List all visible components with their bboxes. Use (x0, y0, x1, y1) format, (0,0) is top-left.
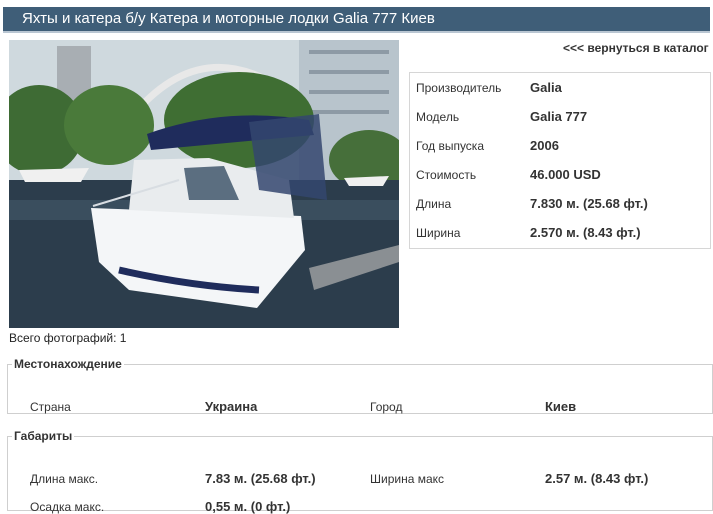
max-length-value: 7.83 м. (25.68 фт.) (205, 471, 316, 486)
city-label: Город (370, 400, 403, 414)
spec-value: 2.570 м. (8.43 фт.) (530, 225, 641, 240)
spec-row-model: Модель Galia 777 (410, 102, 710, 131)
specs-table: Производитель Galia Модель Galia 777 Год… (409, 72, 711, 249)
photo-building-right-windows-3 (309, 90, 389, 94)
spec-value: 46.000 USD (530, 167, 601, 182)
spec-row-price: Стоимость 46.000 USD (410, 160, 710, 189)
country-label: Страна (30, 400, 71, 414)
page-title: Яхты и катера б/у Катера и моторные лодк… (22, 10, 435, 27)
page-title-bar: Яхты и катера б/у Катера и моторные лодк… (3, 7, 710, 33)
photo-building-right-windows-2 (309, 70, 389, 74)
city-value: Киев (545, 399, 577, 414)
dimensions-section: Габариты Длина макс. 7.83 м. (25.68 фт.)… (7, 429, 713, 514)
spec-label: Стоимость (416, 168, 477, 182)
spec-value: 7.830 м. (25.68 фт.) (530, 196, 648, 211)
spec-row-width: Ширина 2.570 м. (8.43 фт.) (410, 218, 710, 247)
photo-trees-2 (64, 85, 154, 165)
spec-value: Galia (530, 80, 562, 95)
country-value: Украина (205, 399, 258, 414)
location-section-title: Местонахождение (14, 357, 122, 371)
location-section: Местонахождение Страна Украина Город Кие… (7, 357, 713, 414)
spec-row-length: Длина 7.830 м. (25.68 фт.) (410, 189, 710, 218)
spec-value: Galia 777 (530, 109, 588, 124)
spec-label: Ширина (416, 226, 461, 240)
photo-boat-canopy-rear (249, 114, 327, 200)
photo-count-caption: Всего фотографий: 1 (9, 331, 127, 345)
photo-small-boat-left (19, 168, 89, 182)
dimensions-section-title: Габариты (14, 429, 73, 443)
max-length-label: Длина макс. (30, 472, 99, 486)
spec-row-year: Год выпуска 2006 (410, 131, 710, 160)
photo-building-right-windows (309, 50, 389, 54)
spec-label: Производитель (416, 81, 502, 95)
boat-photo[interactable] (9, 40, 399, 328)
max-draft-value: 0,55 м. (0 фт.) (205, 499, 291, 514)
max-width-value: 2.57 м. (8.43 фт.) (545, 471, 649, 486)
max-draft-label: Осадка макс. (30, 500, 105, 514)
spec-label: Год выпуска (416, 139, 484, 153)
spec-value: 2006 (530, 138, 559, 153)
photo-building-right-windows-4 (309, 110, 389, 114)
max-width-label: Ширина макс (370, 472, 445, 486)
back-to-catalog-link[interactable]: <<< вернуться в каталог (563, 41, 709, 55)
spec-label: Длина (416, 197, 452, 211)
spec-label: Модель (416, 110, 460, 124)
spec-row-manufacturer: Производитель Galia (410, 73, 710, 102)
